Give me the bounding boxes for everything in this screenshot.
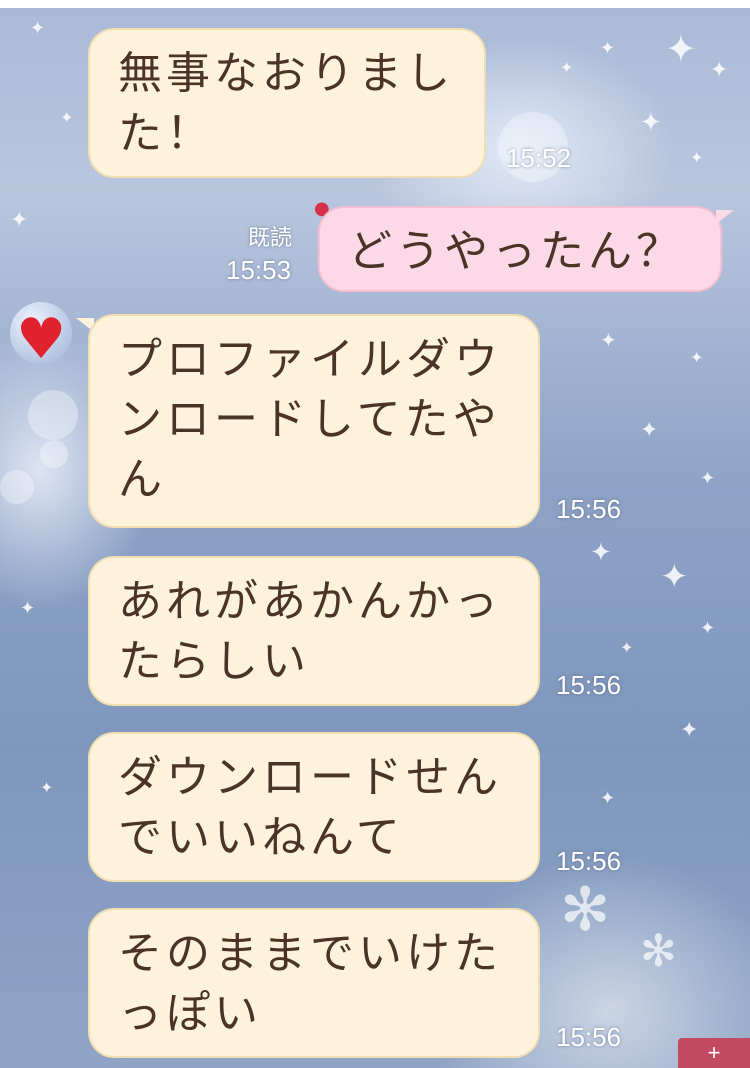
snowflake-icon: ✦ (20, 598, 36, 619)
message-text-line: そのままでいけた (118, 928, 502, 979)
snowflake-icon: ✻ (560, 875, 611, 945)
snowflake-icon: ✦ (30, 18, 46, 39)
received-message-bubble[interactable]: そのままでいけた っぽい (88, 908, 540, 1058)
received-message-bubble[interactable]: 無事なおりまし た！ (88, 28, 486, 178)
snowflake-icon: ✦ (690, 348, 704, 367)
message-text-line: どうやったん？ (348, 226, 684, 277)
snowflake-icon: ✦ (640, 108, 662, 138)
snowflake-icon: ✦ (700, 618, 716, 639)
snowflake-icon: ✦ (620, 638, 634, 657)
snowflake-icon: ✦ (680, 718, 699, 743)
snowflake-icon: ✦ (560, 58, 574, 77)
snowflake-icon: ✦ (690, 148, 704, 167)
bokeh-light (40, 440, 68, 468)
received-message-bubble[interactable]: プロファイルダウ ンロードしてたや ん (88, 314, 540, 528)
received-message-bubble[interactable]: ダウンロードせん でいいねんて (88, 732, 540, 882)
contact-avatar[interactable]: ♥ (10, 302, 72, 364)
top-edge (0, 0, 750, 8)
bokeh-light (28, 390, 78, 440)
message-text-line: ん (118, 454, 166, 505)
chat-background: ✦ ✦ ✦ ✦ ✦ ✦ ✦ ✦ ✦ ✦ ✦ ✦ ✦ ✦ ✦ ✦ ✦ ✦ ✦ ✻ … (0, 0, 750, 1068)
snowflake-icon: ✦ (640, 418, 659, 443)
snowflake-icon: ✦ (600, 788, 616, 809)
message-text-line: ンロードしてたや (118, 394, 501, 445)
snowflake-icon: ✦ (710, 58, 729, 83)
bokeh-light (0, 470, 34, 504)
snowflake-icon: ✦ (10, 208, 29, 233)
message-text-line: たらしい (118, 636, 310, 687)
snowflake-icon: ✦ (600, 328, 617, 352)
message-timestamp: 15:53 (226, 255, 292, 285)
read-receipt: 既読 (248, 226, 293, 251)
snowflake-icon: ✦ (60, 108, 74, 127)
heart-avatar-icon: ♥ (16, 307, 67, 365)
message-timestamp: 15:56 (556, 1022, 622, 1052)
snowflake-icon: ✻ (640, 926, 677, 977)
sent-message-bubble[interactable]: どうやったん？ (318, 206, 722, 292)
received-message-bubble[interactable]: あれがあかんかっ たらしい (88, 556, 540, 706)
message-text-line: っぽい (118, 988, 262, 1039)
snowflake-icon: ✦ (700, 468, 716, 489)
snowflake-icon: ✦ (660, 557, 689, 597)
snowflake-icon: ✦ (665, 27, 697, 71)
message-timestamp: 15:56 (556, 846, 622, 876)
snowflake-icon: ✦ (40, 778, 54, 797)
message-text-line: た！ (118, 108, 214, 159)
snowflake-icon: ✦ (590, 538, 612, 568)
message-text-line: プロファイルダウ (118, 334, 502, 385)
message-text-line: ダウンロードせん (118, 752, 502, 803)
message-text-line: 無事なおりまし (118, 48, 454, 99)
scroll-down-button[interactable]: + (678, 1038, 750, 1068)
bubble-tail (716, 210, 734, 224)
message-timestamp: 15:56 (556, 670, 622, 700)
message-timestamp: 15:56 (556, 494, 622, 524)
message-text-line: でいいねんて (118, 812, 404, 863)
message-timestamp: 15:52 (506, 143, 572, 173)
snowflake-icon: ✦ (600, 38, 616, 59)
message-text-line: あれがあかんかっ (118, 576, 502, 627)
plus-icon: + (707, 1040, 721, 1065)
